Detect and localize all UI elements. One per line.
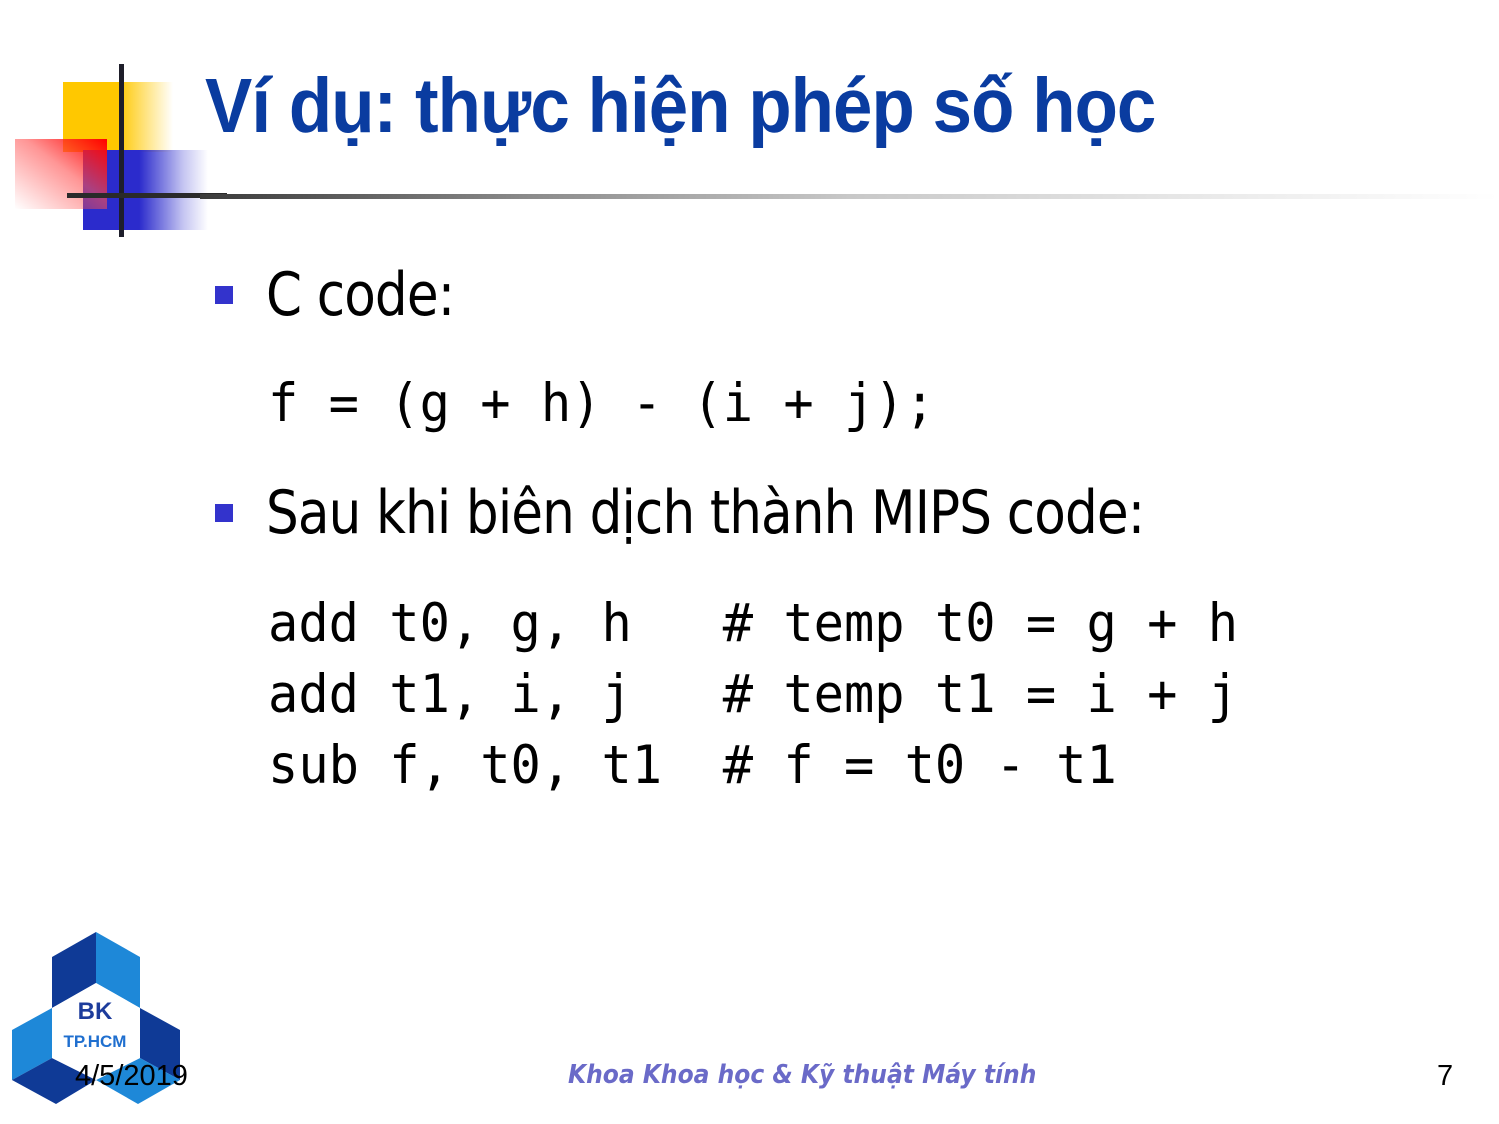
bullet-square-icon	[215, 286, 233, 304]
logo-text-tphcm: TP.HCM	[63, 1032, 127, 1051]
c-code-block: f = (g + h) - (i + j);	[268, 373, 935, 434]
footer-date: 4/5/2019	[75, 1060, 188, 1092]
decor-red-square	[15, 139, 107, 209]
bullet-mips-code: Sau khi biên dịch thành MIPS code:	[215, 478, 1287, 548]
page-number: 7	[1437, 1060, 1454, 1092]
decor-vertical-line	[119, 64, 124, 237]
title-divider	[200, 194, 1499, 199]
bullet-c-code: C code:	[215, 260, 485, 330]
bullet-square-icon	[215, 504, 233, 522]
mips-code-block: add t0, g, h # temp t0 = g + h add t1, i…	[268, 593, 1239, 796]
logo-text-bk: BK	[77, 998, 113, 1025]
footer-department: Khoa Khoa học & Kỹ thuật Máy tính	[568, 1060, 1037, 1090]
corner-decoration	[0, 0, 227, 250]
bullet-label: Sau khi biên dịch thành MIPS code:	[266, 478, 1145, 548]
slide-title: Ví dụ: thực hiện phép số học	[205, 63, 1156, 149]
bullet-label: C code:	[266, 260, 455, 330]
